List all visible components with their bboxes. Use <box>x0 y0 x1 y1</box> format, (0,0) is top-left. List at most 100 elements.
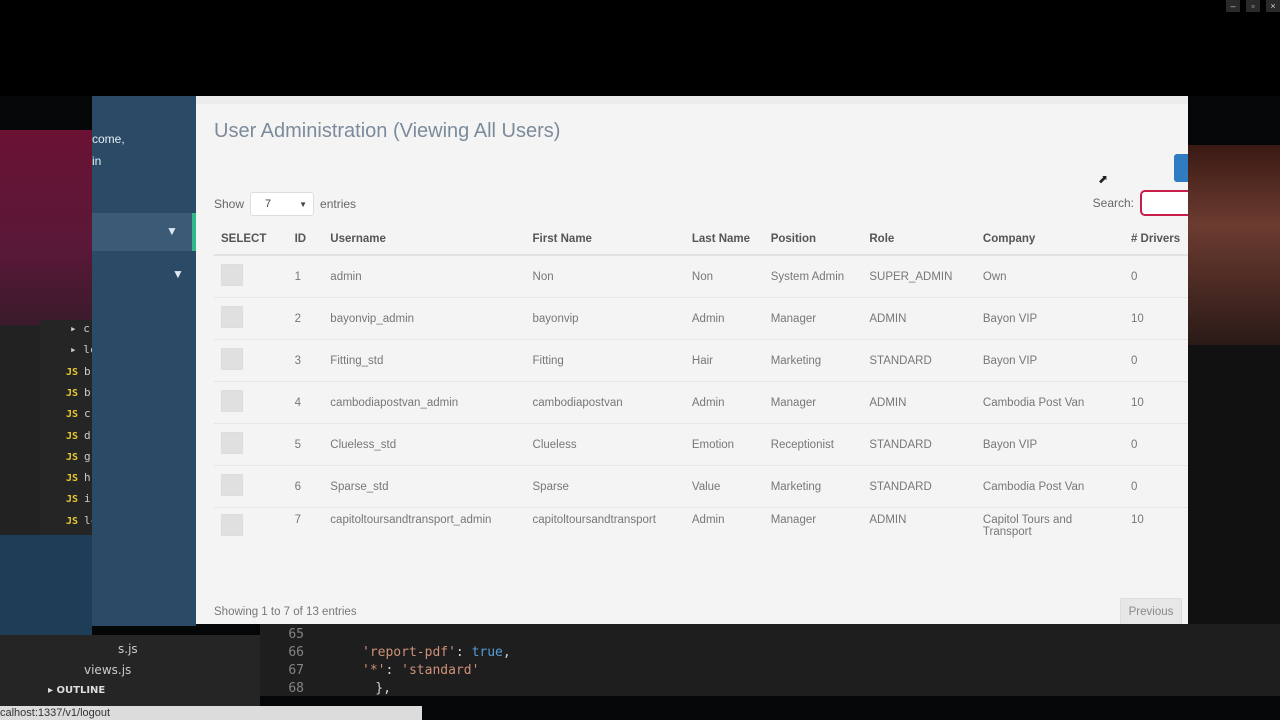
cell-position: Receptionist <box>763 423 863 466</box>
explorer-item[interactable]: JS b <box>66 384 91 402</box>
cell-drivers: 10 <box>1123 381 1188 424</box>
search-input[interactable] <box>1140 190 1188 216</box>
table-row[interactable]: 6 Sparse_std Sparse Value Marketing STANDARD C… <box>214 465 1188 508</box>
explorer-item-label: b <box>84 364 91 378</box>
add-user-button[interactable] <box>1174 154 1188 182</box>
row-select-checkbox[interactable] <box>221 432 243 454</box>
entries-select[interactable]: 7 ▼ <box>250 192 315 216</box>
column-header-id[interactable]: ID <box>287 224 324 256</box>
file-item[interactable]: views.js <box>84 663 131 677</box>
explorer-item[interactable]: JS b <box>66 363 91 381</box>
explorer-item[interactable]: JS c <box>66 405 91 423</box>
entries-length-control: Show 7 ▼ entries <box>214 192 356 216</box>
outline-section[interactable]: ▸ OUTLINE <box>48 685 105 696</box>
background-artifact <box>1188 145 1280 345</box>
column-header-drivers[interactable]: # Drivers <box>1123 224 1188 256</box>
js-file-icon: JS <box>66 409 79 421</box>
cell-id: 2 <box>287 297 324 340</box>
explorer-item-label: g <box>84 449 91 463</box>
explorer-item-label: h <box>84 471 91 485</box>
column-header-last-name[interactable]: Last Name <box>684 224 764 256</box>
select-cell <box>214 381 288 424</box>
outline-label: OUTLINE <box>56 685 106 696</box>
explorer-item[interactable]: JS d <box>66 427 91 445</box>
entries-value: 7 <box>265 198 272 210</box>
select-cell <box>214 297 288 340</box>
row-select-checkbox[interactable] <box>221 306 243 328</box>
explorer-item-label: c <box>83 322 90 335</box>
previous-page-button[interactable]: Previous <box>1120 598 1182 626</box>
background-artifact <box>1188 345 1280 635</box>
background-artifact <box>0 130 92 325</box>
sidebar-nav-item-active[interactable]: ▼ <box>92 213 196 251</box>
row-select-checkbox[interactable] <box>221 514 243 536</box>
code-line[interactable]: 'report-pdf': true, <box>362 645 511 660</box>
table-row[interactable]: 7 capitoltoursandtransport_admin capitolto… <box>214 508 1188 559</box>
restore-icon[interactable]: ▫ <box>1246 0 1260 12</box>
cell-drivers: 0 <box>1123 465 1188 508</box>
line-number: 66 <box>288 645 304 660</box>
table-row[interactable]: 1 admin Non Non System Admin SUPER_ADMIN Own 0 <box>214 255 1188 298</box>
code-line[interactable]: }, <box>344 681 391 696</box>
line-number: 68 <box>288 681 304 696</box>
column-header-company[interactable]: Company <box>975 224 1124 256</box>
explorer-item-label: b <box>84 385 91 399</box>
select-cell <box>214 339 288 382</box>
file-item[interactable]: s.js <box>118 642 138 656</box>
search-label: Search: <box>1092 196 1134 210</box>
search-control: Search: <box>1093 190 1188 216</box>
column-header-role[interactable]: Role <box>862 224 976 256</box>
column-header-username[interactable]: Username <box>323 224 526 256</box>
cell-last-name: Admin <box>691 514 725 526</box>
background-artifact <box>0 535 92 635</box>
code-key: 'report-pdf' <box>362 645 456 660</box>
cell-first-name: capitoltoursandtransport <box>532 514 656 526</box>
row-select-checkbox[interactable] <box>221 390 243 412</box>
cell-id: 1 <box>287 255 324 298</box>
table-row[interactable]: 5 Clueless_std Clueless Emotion Receptionist… <box>214 423 1188 466</box>
cell-username: capitoltoursandtransport_admin <box>330 514 492 526</box>
cell-first-name: Fitting <box>525 339 685 382</box>
cell-drivers: 0 <box>1123 339 1188 382</box>
table-row[interactable]: 3 Fitting_std Fitting Hair Marketing STANDARD… <box>214 339 1188 382</box>
cell-company: Cambodia Post Van <box>975 465 1124 508</box>
row-select-checkbox[interactable] <box>221 474 243 496</box>
table-row[interactable]: 2 bayonvip_admin bayonvip Admin Manager ADMIN… <box>214 297 1188 340</box>
select-cell <box>214 255 288 298</box>
minimize-icon[interactable]: – <box>1226 0 1240 12</box>
welcome-text: come, <box>92 132 125 146</box>
show-label: Show <box>214 197 245 211</box>
cell-role: SUPER_ADMIN <box>862 255 976 298</box>
column-header-select[interactable]: SELECT <box>214 224 288 256</box>
cell-last-name: Non <box>684 255 764 298</box>
row-select-checkbox[interactable] <box>221 348 243 370</box>
cell-first-name: Sparse <box>525 465 685 508</box>
cell-role: ADMIN <box>862 297 976 340</box>
entries-label: entries <box>320 197 357 211</box>
table-row[interactable]: 4 cambodiapostvan_admin cambodiapostvan Adm… <box>214 381 1188 424</box>
cell-id: 5 <box>287 423 324 466</box>
column-header-position[interactable]: Position <box>763 224 863 256</box>
js-file-icon: JS <box>66 387 79 399</box>
cell-company: Bayon VIP <box>975 423 1124 466</box>
explorer-item[interactable]: JS h <box>66 469 91 487</box>
code-value: 'standard' <box>401 663 480 678</box>
cell-role: ADMIN <box>862 381 976 424</box>
cell-id: 7 <box>294 514 301 526</box>
cell-last-name: Admin <box>684 297 764 340</box>
explorer-item[interactable]: ▸ c <box>70 320 90 338</box>
cell-company: Cambodia Post Van <box>975 381 1124 424</box>
column-header-first-name[interactable]: First Name <box>525 224 685 256</box>
code-sep: : <box>455 645 472 660</box>
app-sidebar: come, in ▼ ▼ <box>92 96 196 626</box>
explorer-item[interactable]: JS g <box>66 448 91 466</box>
row-select-checkbox[interactable] <box>221 264 243 286</box>
mouse-cursor-icon: ⬈ <box>1098 172 1109 186</box>
code-line[interactable] <box>362 627 425 642</box>
sidebar-nav-item[interactable]: ▼ <box>92 261 196 291</box>
close-icon[interactable]: × <box>1266 0 1280 12</box>
cell-position: Manager <box>763 297 863 340</box>
code-line[interactable]: '*': 'standard' <box>362 663 479 678</box>
folder-chevron-icon: ▸ <box>70 343 84 357</box>
line-number: 65 <box>288 627 304 642</box>
